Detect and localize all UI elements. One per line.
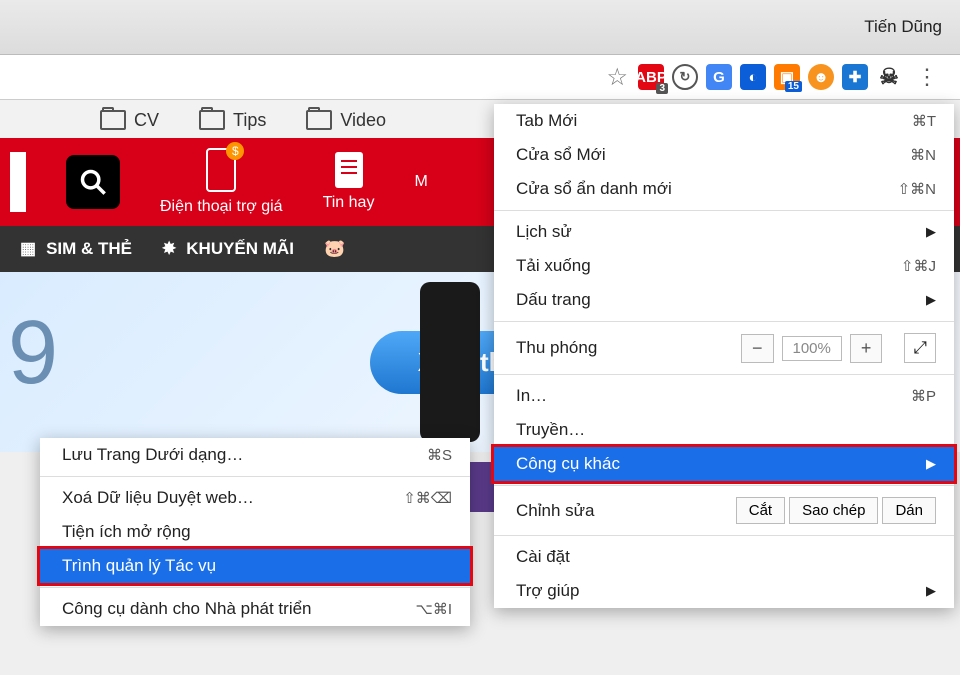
menu-incognito[interactable]: Cửa sổ ẩn danh mới⇧⌘N (494, 172, 954, 206)
menu-edit: Chỉnh sửa Cắt Sao chép Dán (494, 490, 954, 531)
bookmark-star-icon[interactable]: ☆ (606, 63, 628, 92)
bookmark-folder-video[interactable]: Video (306, 110, 386, 131)
nav-sim-card[interactable]: ▦SIM & THẺ (20, 239, 132, 259)
zoom-in-button[interactable]: + (850, 334, 883, 363)
menu-history[interactable]: Lịch sử▶ (494, 215, 954, 249)
sparkle-icon: ✸ (162, 239, 176, 259)
shield-ext-icon[interactable]: ✚ (842, 64, 868, 90)
submenu-task-manager[interactable]: Trình quản lý Tác vụ (40, 549, 470, 583)
nav-m[interactable]: M (414, 173, 427, 191)
chrome-menu-button[interactable]: ⋮ (910, 64, 944, 90)
chevron-right-icon: ▶ (926, 292, 936, 308)
menu-downloads[interactable]: Tải xuống⇧⌘J (494, 249, 954, 283)
menu-cast[interactable]: Truyền… (494, 413, 954, 447)
document-icon (335, 152, 363, 188)
folder-icon (306, 110, 332, 130)
chrome-main-menu: Tab Mới⌘T Cửa sổ Mới⌘N Cửa sổ ẩn danh mớ… (494, 104, 954, 608)
nav-piggy[interactable]: 🐷 (324, 239, 345, 259)
adblock-icon[interactable]: ABP3 (638, 64, 664, 90)
piggy-icon: 🐷 (324, 239, 345, 259)
submenu-clear-browsing-data[interactable]: Xoá Dữ liệu Duyệt web…⇧⌘⌫ (40, 481, 470, 515)
menu-zoom: Thu phóng − 100% + ⤢ (494, 326, 954, 370)
copy-button[interactable]: Sao chép (789, 497, 878, 524)
reload-ext-icon[interactable]: ↻ (672, 64, 698, 90)
browser-toolbar: ☆ ABP3 ↻ G ◐ ▣15 ☻ ✚ ☠ ⋮ (0, 55, 960, 100)
nav-news[interactable]: Tin hay (323, 152, 375, 212)
search-button[interactable] (66, 155, 120, 209)
extension-blue-icon[interactable]: ◐ (740, 64, 766, 90)
submenu-developer-tools[interactable]: Công cụ dành cho Nhà phát triển⌥⌘I (40, 592, 470, 626)
profile-name: Tiến Dũng (864, 17, 942, 37)
menu-new-tab[interactable]: Tab Mới⌘T (494, 104, 954, 138)
menu-settings[interactable]: Cài đặt (494, 540, 954, 574)
macos-titlebar: Tiến Dũng (0, 0, 960, 55)
submenu-extensions[interactable]: Tiện ích mở rộng (40, 515, 470, 549)
cut-button[interactable]: Cắt (736, 497, 785, 524)
phone-icon (206, 148, 236, 192)
submenu-save-page-as[interactable]: Lưu Trang Dưới dạng…⌘S (40, 438, 470, 472)
google-translate-icon[interactable]: G (706, 64, 732, 90)
banner-decoration: 9 (8, 302, 58, 405)
bookmark-folder-tips[interactable]: Tips (199, 110, 266, 131)
nav-phone-deals[interactable]: Điện thoại trợ giá (160, 148, 283, 216)
logo-fragment (10, 152, 26, 212)
banner-phone-image (420, 282, 480, 442)
chevron-right-icon: ▶ (926, 456, 936, 472)
menu-print[interactable]: In…⌘P (494, 379, 954, 413)
sim-icon: ▦ (20, 239, 36, 259)
extension-orange-icon[interactable]: ▣15 (774, 64, 800, 90)
tampermonkey-icon[interactable]: ☻ (808, 64, 834, 90)
menu-more-tools[interactable]: Công cụ khác▶ (494, 447, 954, 481)
skull-ext-icon[interactable]: ☠ (876, 64, 902, 90)
zoom-out-button[interactable]: − (741, 334, 774, 363)
folder-icon (199, 110, 225, 130)
nav-promotions[interactable]: ✸KHUYẾN MÃI (162, 239, 294, 259)
bookmark-folder-cv[interactable]: CV (100, 110, 159, 131)
chevron-right-icon: ▶ (926, 224, 936, 240)
folder-icon (100, 110, 126, 130)
extension-icons: ABP3 ↻ G ◐ ▣15 ☻ ✚ ☠ ⋮ (638, 64, 950, 90)
zoom-value: 100% (782, 336, 842, 361)
fullscreen-button[interactable]: ⤢ (904, 333, 936, 363)
menu-help[interactable]: Trợ giúp▶ (494, 574, 954, 608)
paste-button[interactable]: Dán (882, 497, 936, 524)
menu-new-window[interactable]: Cửa sổ Mới⌘N (494, 138, 954, 172)
menu-bookmarks[interactable]: Dấu trang▶ (494, 283, 954, 317)
more-tools-submenu: Lưu Trang Dưới dạng…⌘S Xoá Dữ liệu Duyệt… (40, 438, 470, 626)
chevron-right-icon: ▶ (926, 583, 936, 599)
